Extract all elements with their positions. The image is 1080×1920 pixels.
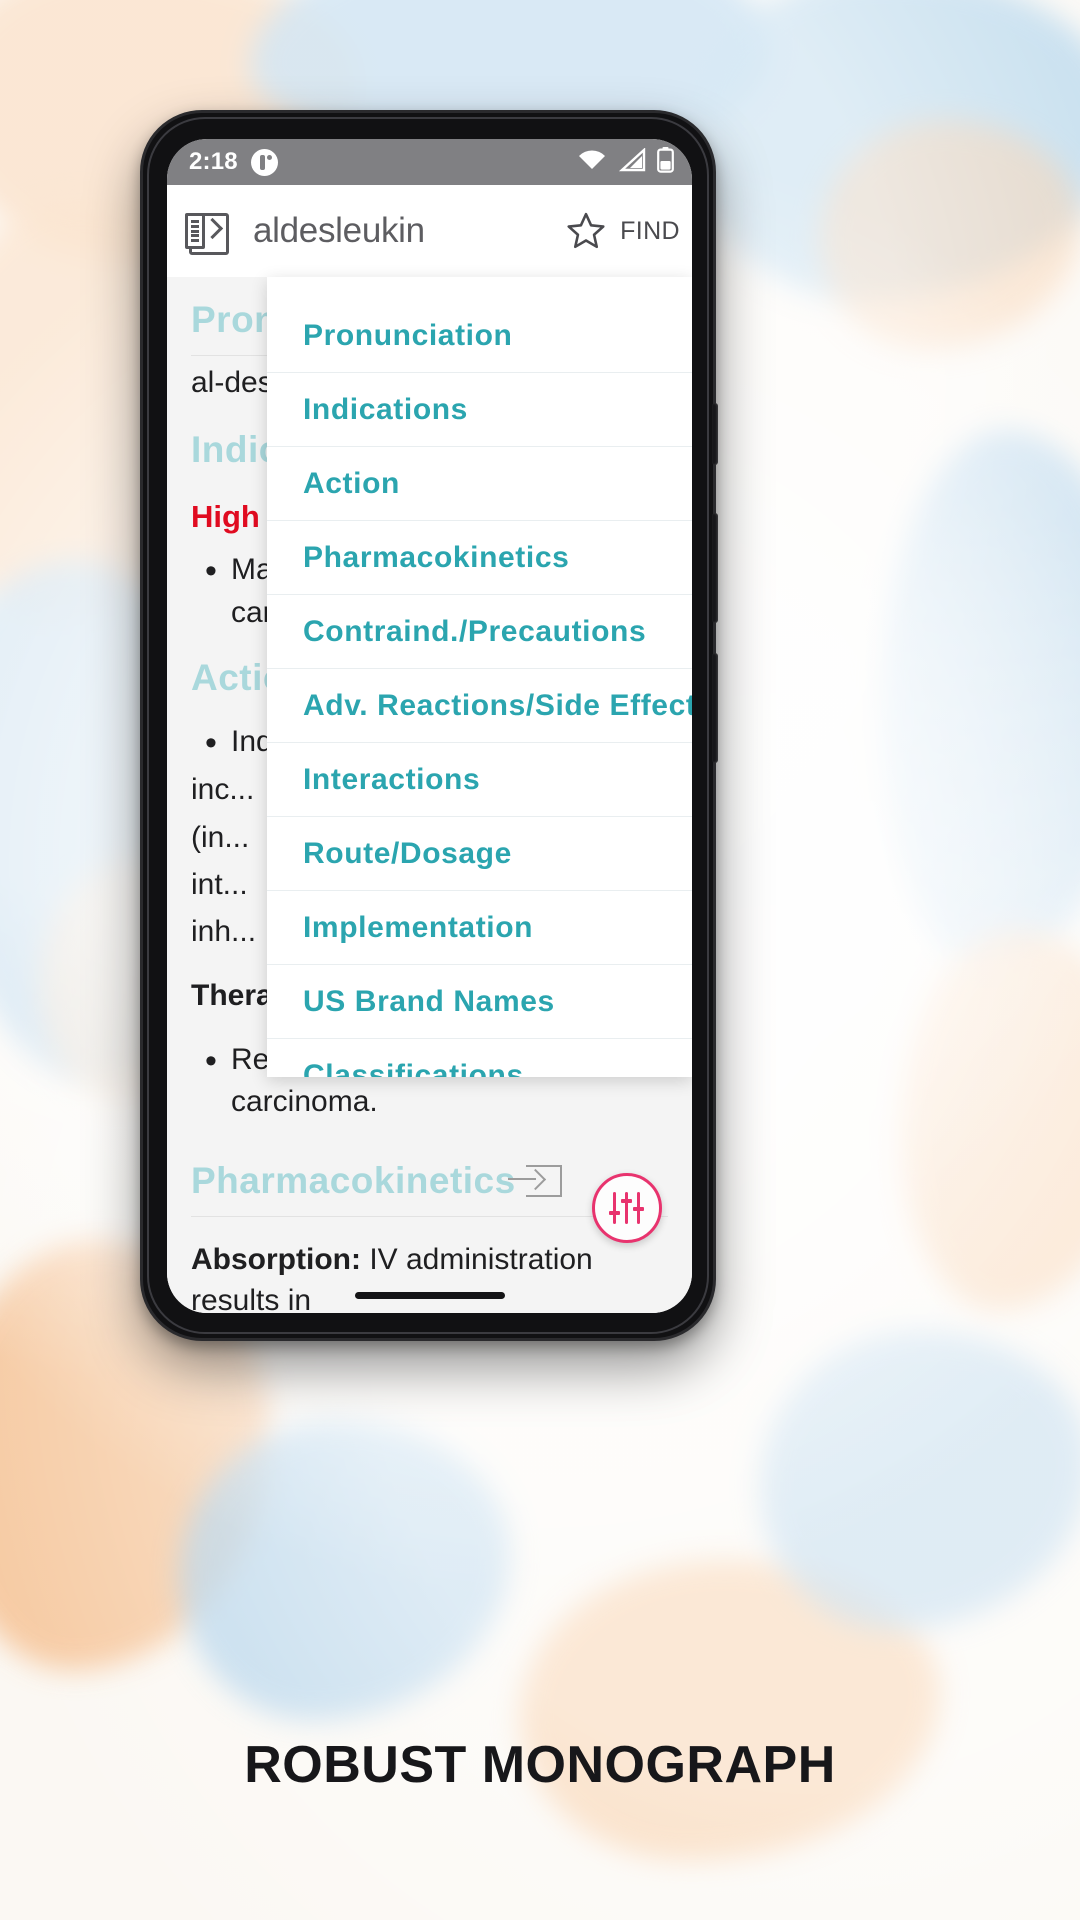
menu-item-interactions[interactable]: Interactions [267, 743, 692, 817]
phone-volume-down-button [712, 653, 718, 763]
section-jump-menu[interactable]: Pronunciation Indications Action Pharmac… [267, 277, 692, 1077]
app-bar: aldesleukin FIND [167, 185, 692, 277]
phone-volume-up-button [712, 513, 718, 623]
section-heading-pharmacokinetics-label: Pharmacokinetics [191, 1159, 516, 1201]
phone-side-button [712, 403, 718, 465]
menu-item-contraindications-precautions[interactable]: Contraind./Precautions [267, 595, 692, 669]
absorption-label: Absorption: [191, 1242, 361, 1276]
absorption-paragraph: Absorption: IV administration results in [191, 1239, 668, 1313]
menu-item-route-dosage[interactable]: Route/Dosage [267, 817, 692, 891]
menu-item-action[interactable]: Action [267, 447, 692, 521]
menu-item-pronunciation[interactable]: Pronunciation [267, 299, 692, 373]
notification-dot-icon [250, 148, 278, 176]
phone-screen: 2:18 aldesleukin FIND High Alert • Ma...… [167, 139, 692, 1313]
caption: ROBUST MONOGRAPH [244, 1736, 836, 1794]
wifi-icon [577, 148, 607, 177]
outline-panel-icon[interactable] [185, 209, 229, 255]
menu-item-pharmacokinetics[interactable]: Pharmacokinetics [267, 521, 692, 595]
page-title: aldesleukin [253, 211, 425, 250]
jump-to-section-icon[interactable] [507, 1164, 562, 1197]
find-button[interactable]: FIND [620, 217, 682, 246]
star-outline-icon[interactable] [560, 205, 612, 257]
menu-item-indications[interactable]: Indications [267, 373, 692, 447]
cell-signal-icon [618, 146, 646, 177]
home-indicator [354, 1292, 505, 1299]
menu-item-us-brand-names[interactable]: US Brand Names [267, 965, 692, 1039]
settings-fab-button[interactable] [592, 1173, 662, 1243]
status-bar: 2:18 [167, 139, 692, 185]
phone-mockup: 2:18 aldesleukin FIND High Alert • Ma...… [140, 110, 718, 1341]
battery-icon [657, 146, 674, 178]
menu-item-classifications[interactable]: Classifications [267, 1039, 692, 1077]
menu-item-implementation[interactable]: Implementation [267, 891, 692, 965]
status-bar-time: 2:18 [189, 148, 238, 175]
sliders-icon [609, 1192, 644, 1224]
section-jump-menu-list: Pronunciation Indications Action Pharmac… [267, 277, 692, 1077]
menu-item-adverse-reactions-side-effects[interactable]: Adv. Reactions/Side Effects [267, 669, 692, 743]
